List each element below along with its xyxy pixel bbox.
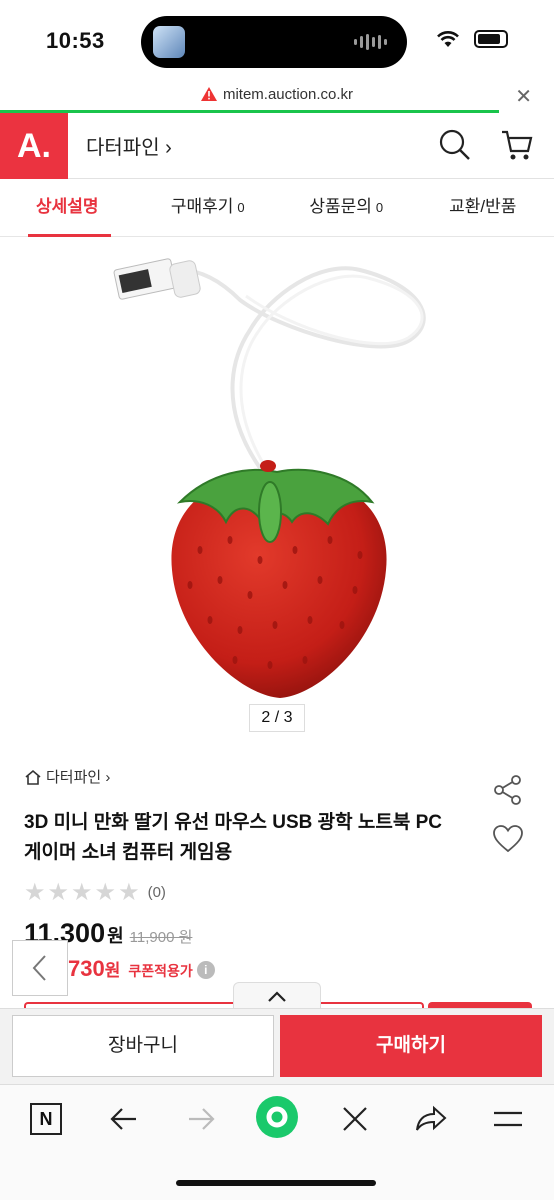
menu-icon[interactable] bbox=[492, 1103, 524, 1135]
tab-inquiry[interactable]: 상품문의 0 bbox=[277, 179, 416, 236]
naver-n-icon[interactable]: N bbox=[30, 1103, 62, 1135]
add-to-cart-button[interactable]: 장바구니 bbox=[12, 1015, 274, 1077]
now-playing-thumbnail bbox=[153, 26, 185, 58]
search-icon[interactable] bbox=[438, 127, 472, 163]
home-icon bbox=[25, 769, 41, 785]
back-float-button[interactable] bbox=[12, 940, 68, 996]
close-tab-icon[interactable] bbox=[340, 1103, 370, 1135]
rating-stars: ★ ★ ★ ★ ★ (0) bbox=[24, 878, 166, 907]
price-unit: 원 bbox=[107, 926, 124, 946]
tab-detail[interactable]: 상세설명 bbox=[0, 179, 139, 237]
product-tabs: 상세설명 구매후기 0 상품문의 0 교환/반품 bbox=[0, 179, 554, 237]
star-icon: ★ bbox=[94, 879, 117, 906]
battery-icon bbox=[474, 30, 508, 48]
coupon-price-value: 730 bbox=[68, 956, 105, 981]
close-icon[interactable]: ✕ bbox=[515, 84, 532, 109]
star-icon: ★ bbox=[47, 879, 70, 906]
rating-count: (0) bbox=[147, 884, 166, 901]
cart-icon[interactable] bbox=[500, 127, 534, 163]
coupon-label: 쿠폰적용가 bbox=[128, 963, 193, 979]
back-arrow-icon[interactable] bbox=[108, 1103, 140, 1135]
auction-logo[interactable]: A. bbox=[0, 113, 68, 179]
warning-icon bbox=[200, 87, 217, 101]
forward-arrow-icon[interactable] bbox=[185, 1103, 217, 1135]
chevron-up-icon bbox=[268, 990, 286, 1002]
star-icon: ★ bbox=[118, 879, 140, 906]
status-bar: 10:53 bbox=[0, 0, 554, 84]
info-icon[interactable]: i bbox=[196, 961, 215, 979]
share-icon[interactable] bbox=[492, 774, 524, 806]
breadcrumb-store[interactable]: 다터파인 › bbox=[46, 766, 110, 787]
product-title: 3D 미니 만화 딸기 유선 마우스 USB 광학 노트북 PC 게이머 소녀 … bbox=[24, 812, 442, 863]
store-name-link[interactable]: 다터파인 › bbox=[86, 131, 172, 160]
url-display[interactable]: mitem.auction.co.kr bbox=[0, 86, 554, 103]
url-text: mitem.auction.co.kr bbox=[222, 86, 354, 103]
status-time: 10:53 bbox=[46, 28, 105, 53]
coupon-price-unit: 원 bbox=[104, 961, 121, 980]
purchase-action-bar: 장바구니 구매하기 bbox=[0, 1008, 554, 1084]
heart-icon[interactable] bbox=[492, 824, 524, 854]
star-icon: ★ bbox=[24, 879, 46, 906]
breadcrumb[interactable]: 다터파인 › bbox=[24, 766, 110, 787]
url-bar[interactable]: mitem.auction.co.kr ✕ bbox=[0, 84, 554, 112]
audio-wave-icon bbox=[354, 34, 387, 50]
image-pager: 2 / 3 bbox=[249, 704, 305, 732]
wifi-icon bbox=[437, 31, 459, 47]
original-price: 11,900 원 bbox=[129, 929, 193, 946]
expand-options-button[interactable] bbox=[233, 982, 321, 1010]
site-header: A. 다터파인 › bbox=[0, 113, 554, 179]
chevron-left-icon bbox=[32, 955, 46, 981]
share-arrow-icon[interactable] bbox=[414, 1103, 448, 1135]
star-icon: ★ bbox=[71, 879, 93, 906]
dynamic-island[interactable] bbox=[141, 16, 407, 68]
tab-reviews[interactable]: 구매후기 0 bbox=[139, 179, 278, 236]
home-indicator bbox=[176, 1180, 376, 1186]
product-image-strawberry-mouse[interactable] bbox=[80, 240, 474, 700]
browser-home-icon[interactable] bbox=[255, 1095, 299, 1139]
tab-exchange-return[interactable]: 교환/반품 bbox=[416, 179, 554, 236]
buy-now-button[interactable]: 구매하기 bbox=[280, 1015, 542, 1077]
